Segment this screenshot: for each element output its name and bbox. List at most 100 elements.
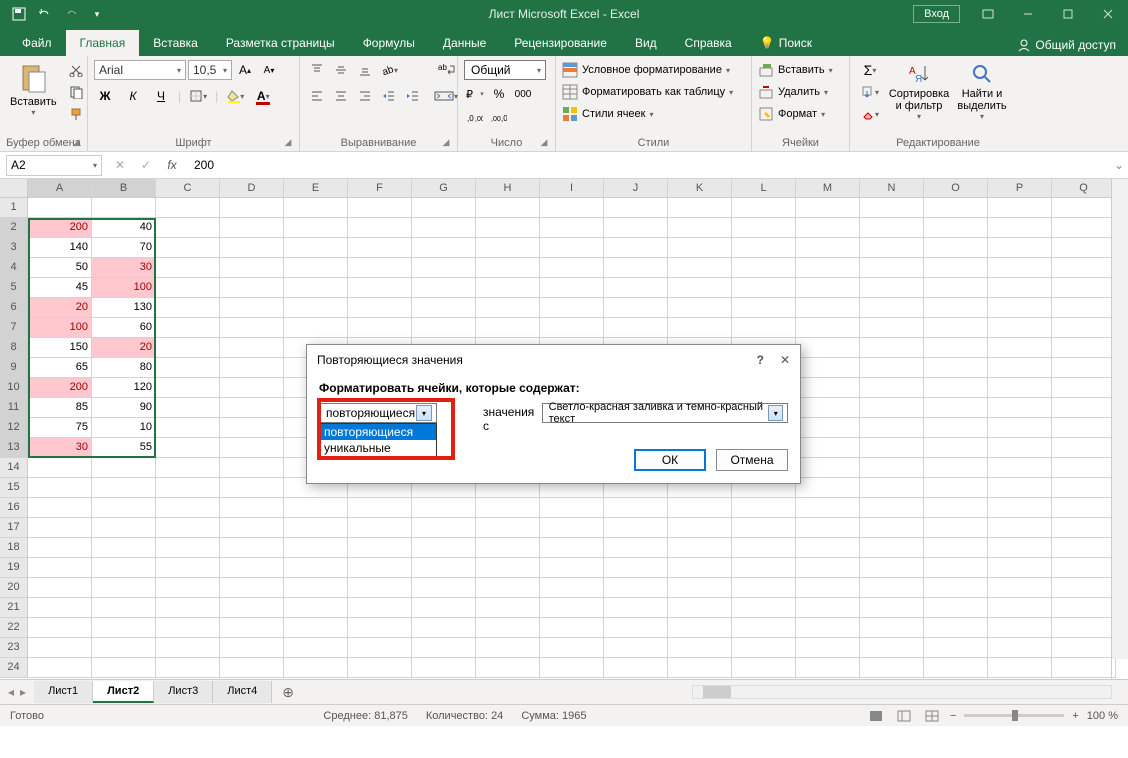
cell[interactable]	[988, 498, 1052, 518]
cell[interactable]	[988, 198, 1052, 218]
number-format-combo[interactable]: Общий▾	[464, 60, 546, 80]
row-header[interactable]: 6	[0, 298, 28, 318]
conditional-formatting-button[interactable]: Условное форматирование▾	[562, 60, 730, 80]
cell[interactable]	[412, 538, 476, 558]
cell[interactable]: 40	[92, 218, 156, 238]
align-top-icon[interactable]	[306, 60, 328, 80]
cell[interactable]	[924, 418, 988, 438]
cell[interactable]	[988, 558, 1052, 578]
cell[interactable]	[924, 578, 988, 598]
cell[interactable]	[348, 298, 412, 318]
cell[interactable]	[412, 598, 476, 618]
cell[interactable]	[92, 498, 156, 518]
cell[interactable]	[412, 638, 476, 658]
cell[interactable]	[732, 558, 796, 578]
cell[interactable]	[1052, 378, 1116, 398]
cell[interactable]	[988, 658, 1052, 678]
cell[interactable]	[284, 258, 348, 278]
cell[interactable]	[156, 518, 220, 538]
copy-icon[interactable]	[65, 82, 87, 102]
cell[interactable]	[1052, 278, 1116, 298]
percent-icon[interactable]: %	[488, 84, 510, 104]
redo-icon[interactable]	[60, 3, 82, 25]
minimize-icon[interactable]	[1008, 0, 1048, 28]
row-header[interactable]: 1	[0, 198, 28, 218]
cell[interactable]	[860, 338, 924, 358]
cell[interactable]	[476, 298, 540, 318]
sheet-tab[interactable]: Лист4	[213, 681, 272, 703]
cell[interactable]	[156, 358, 220, 378]
cell[interactable]	[156, 498, 220, 518]
cell[interactable]	[1052, 598, 1116, 618]
cell[interactable]	[220, 498, 284, 518]
undo-icon[interactable]	[34, 3, 56, 25]
expand-formula-bar-icon[interactable]: ⌄	[1110, 158, 1128, 172]
cell[interactable]	[476, 558, 540, 578]
cell[interactable]	[668, 278, 732, 298]
cell[interactable]	[220, 458, 284, 478]
column-header[interactable]: Q	[1052, 179, 1116, 197]
italic-button[interactable]: К	[122, 86, 144, 106]
clear-icon[interactable]: ▾	[856, 104, 884, 124]
cell[interactable]	[988, 578, 1052, 598]
cell[interactable]	[860, 618, 924, 638]
cell[interactable]	[796, 418, 860, 438]
launcher-icon[interactable]: ◢	[539, 137, 549, 147]
cell[interactable]	[412, 618, 476, 638]
cell[interactable]: 90	[92, 398, 156, 418]
cell[interactable]: 45	[28, 278, 92, 298]
cell[interactable]	[220, 578, 284, 598]
cell[interactable]	[732, 658, 796, 678]
cell[interactable]	[924, 638, 988, 658]
row-header[interactable]: 14	[0, 458, 28, 478]
cell[interactable]	[412, 558, 476, 578]
merge-icon[interactable]: ▾	[432, 86, 460, 106]
column-header[interactable]: I	[540, 179, 604, 197]
cell[interactable]	[156, 278, 220, 298]
cell[interactable]	[476, 578, 540, 598]
cell[interactable]	[924, 318, 988, 338]
cell[interactable]	[860, 518, 924, 538]
column-header[interactable]: E	[284, 179, 348, 197]
zoom-out-icon[interactable]: −	[950, 710, 956, 722]
cell[interactable]	[476, 218, 540, 238]
decrease-decimal-icon[interactable]: ,00,0	[488, 108, 510, 128]
dialog-close-icon[interactable]: ✕	[780, 353, 790, 367]
paste-button[interactable]: Вставить ▾	[6, 60, 61, 119]
tab-формулы[interactable]: Формулы	[349, 30, 429, 56]
cell[interactable]	[220, 658, 284, 678]
cell[interactable]	[220, 358, 284, 378]
cell[interactable]	[860, 398, 924, 418]
cell[interactable]	[860, 198, 924, 218]
cell[interactable]	[348, 518, 412, 538]
cell[interactable]	[156, 398, 220, 418]
cell[interactable]	[220, 238, 284, 258]
cell[interactable]: 130	[92, 298, 156, 318]
cell[interactable]	[860, 478, 924, 498]
cell[interactable]	[412, 278, 476, 298]
cell[interactable]	[220, 378, 284, 398]
align-center-icon[interactable]	[330, 86, 352, 106]
formula-input[interactable]: 200	[182, 158, 1110, 172]
cell[interactable]	[220, 218, 284, 238]
row-header[interactable]: 23	[0, 638, 28, 658]
cell[interactable]	[796, 238, 860, 258]
cell[interactable]	[924, 218, 988, 238]
cell[interactable]	[860, 298, 924, 318]
cell[interactable]	[348, 658, 412, 678]
cell[interactable]	[1052, 298, 1116, 318]
cell[interactable]	[284, 278, 348, 298]
cell[interactable]	[924, 258, 988, 278]
cell[interactable]	[220, 258, 284, 278]
cell[interactable]	[156, 618, 220, 638]
cut-icon[interactable]	[65, 60, 87, 80]
cell[interactable]	[924, 238, 988, 258]
cell[interactable]	[924, 558, 988, 578]
maximize-icon[interactable]	[1048, 0, 1088, 28]
dropdown-option[interactable]: повторяющиеся	[320, 424, 436, 440]
fill-icon[interactable]: ▾	[856, 82, 884, 102]
cell[interactable]	[988, 278, 1052, 298]
borders-icon[interactable]: ▾	[187, 86, 209, 106]
cell[interactable]	[476, 658, 540, 678]
cell[interactable]	[924, 498, 988, 518]
